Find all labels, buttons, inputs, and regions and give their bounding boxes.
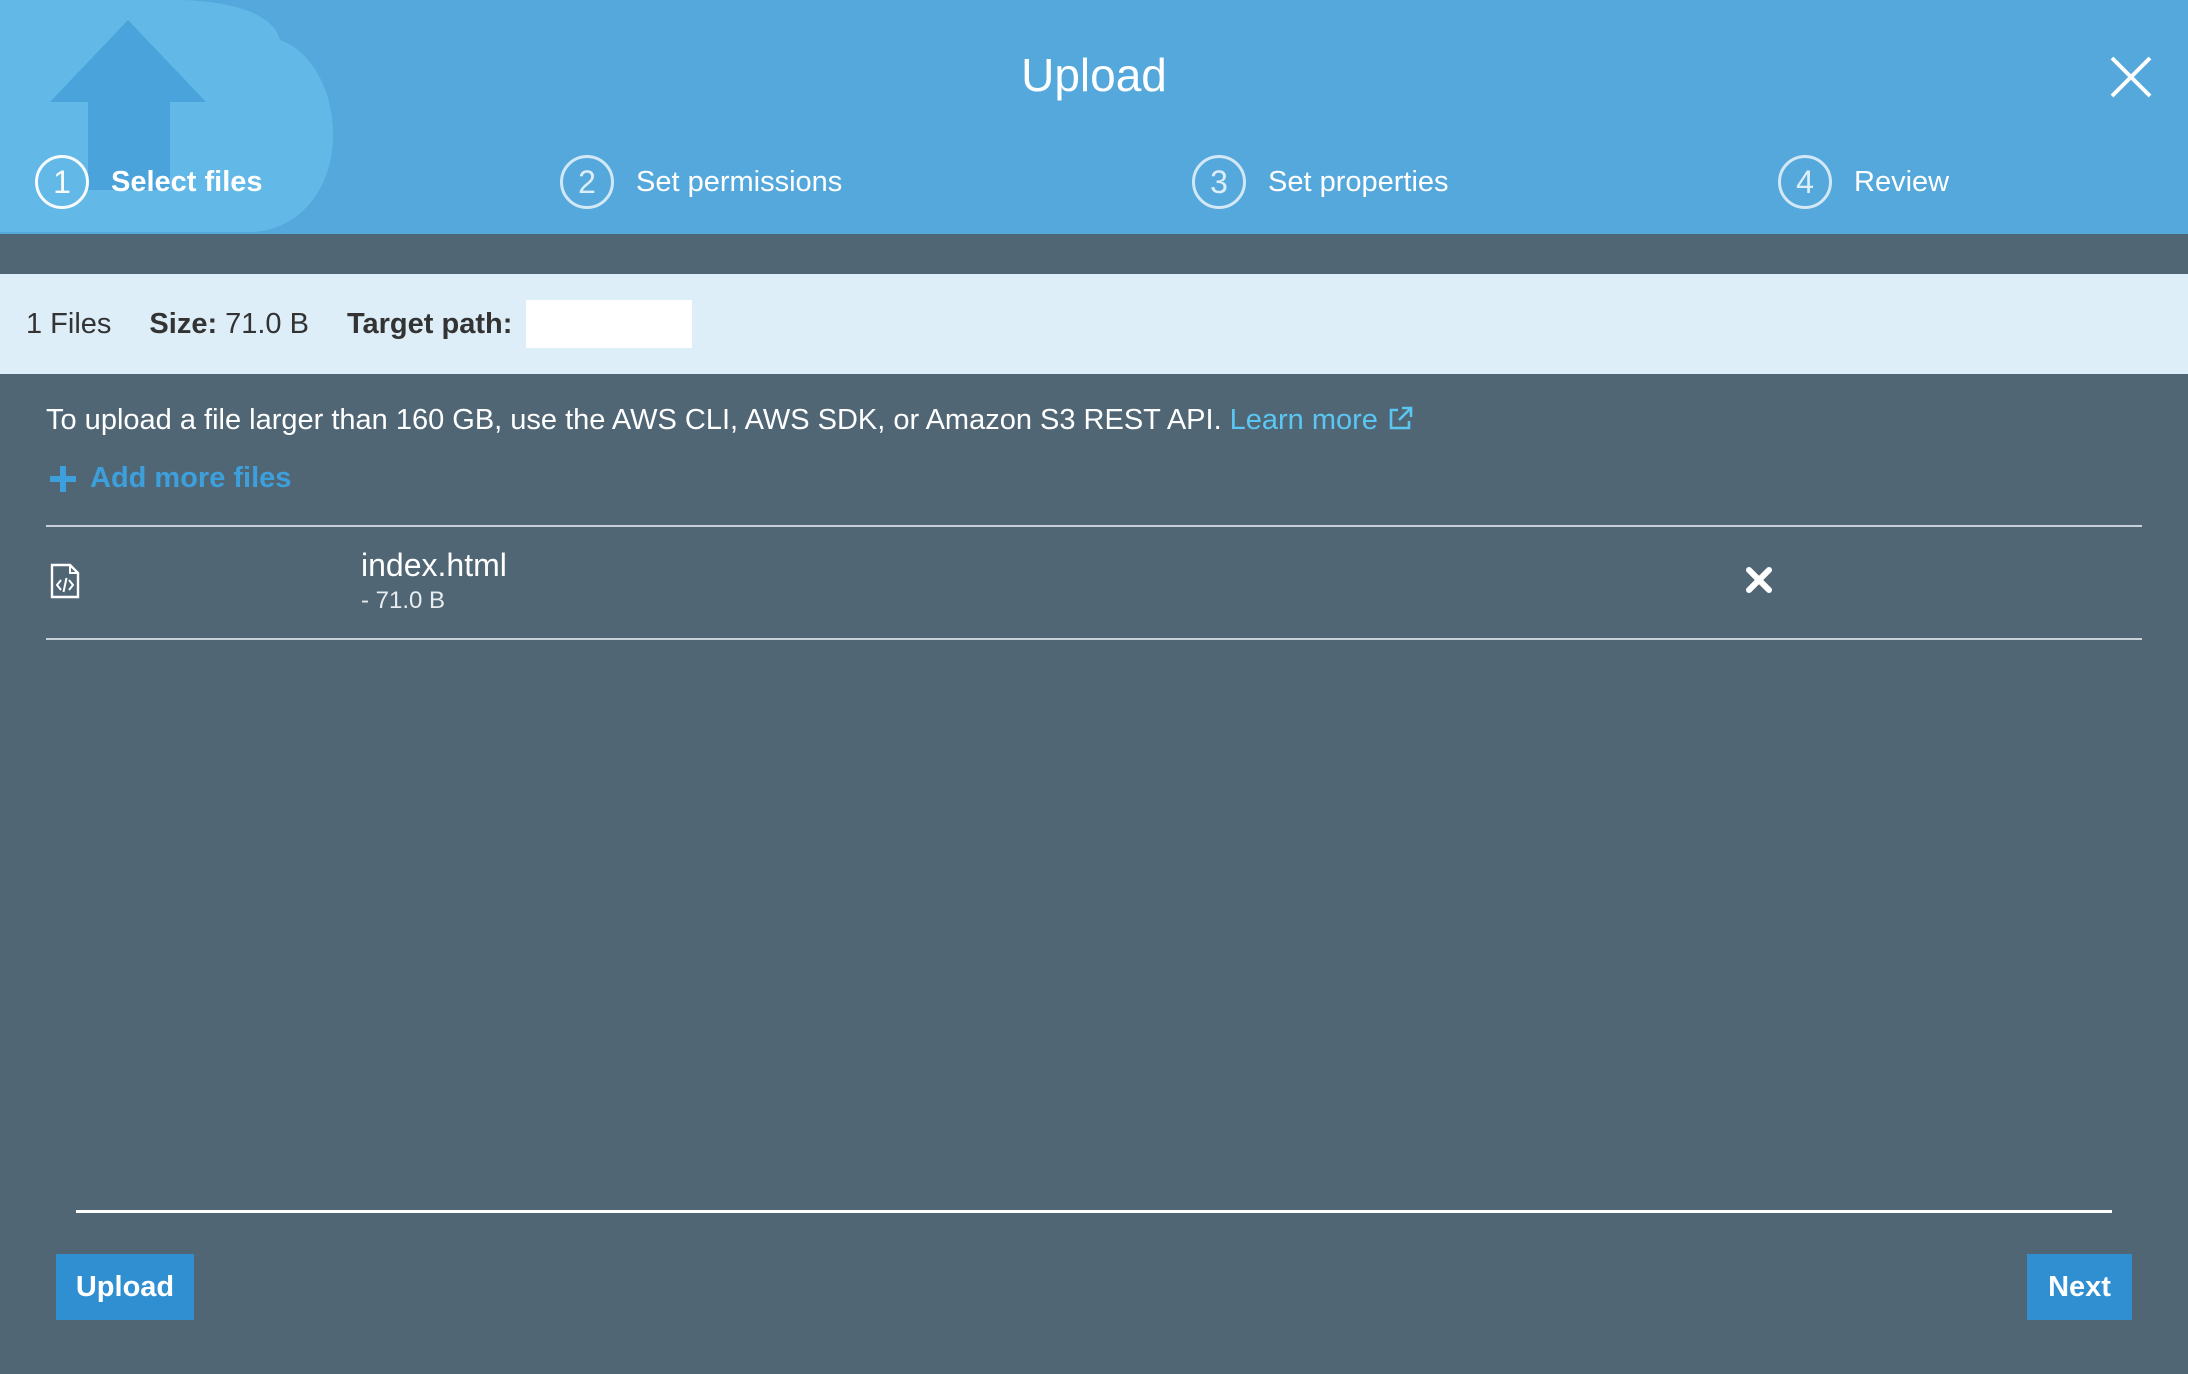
external-link-icon xyxy=(1389,406,1413,430)
step-number: 1 xyxy=(35,155,89,209)
step-set-properties[interactable]: 3 Set properties xyxy=(1192,154,1449,210)
step-label: Select files xyxy=(111,165,263,198)
target-path-input[interactable] xyxy=(526,300,693,348)
step-set-permissions[interactable]: 2 Set permissions xyxy=(560,154,842,210)
close-icon[interactable] xyxy=(2106,52,2156,102)
remove-file-icon[interactable] xyxy=(1744,565,1774,595)
step-number: 2 xyxy=(560,155,614,209)
html-file-icon xyxy=(50,563,80,599)
step-label: Review xyxy=(1854,165,1950,198)
file-size: - 71.0 B xyxy=(361,587,446,614)
upload-summary-bar: 1 Files Size: 71.0 B Target path: xyxy=(0,274,2188,374)
learn-more-label: Learn more xyxy=(1229,404,1378,436)
step-label: Set permissions xyxy=(636,165,843,198)
file-name: index.html xyxy=(361,547,507,583)
step-number: 4 xyxy=(1778,155,1832,209)
step-label: Set properties xyxy=(1268,165,1449,198)
step-number: 3 xyxy=(1192,155,1246,209)
size-label: Size: xyxy=(149,307,218,340)
footer-divider xyxy=(76,1210,2112,1213)
next-button[interactable]: Next xyxy=(2027,1254,2132,1320)
info-message: To upload a file larger than 160 GB, use… xyxy=(46,404,1222,436)
files-count: 1 Files xyxy=(26,307,112,340)
step-review[interactable]: 4 Review xyxy=(1778,154,1949,210)
plus-icon xyxy=(50,465,76,492)
upload-modal: Upload 1 Select files 2 Set permissions … xyxy=(0,0,2188,1374)
learn-more-link[interactable]: Learn more xyxy=(1230,404,1414,436)
divider xyxy=(46,638,2142,640)
target-path-label: Target path: xyxy=(346,307,513,340)
file-list-item: index.html - 71.0 B xyxy=(46,527,2142,638)
add-more-files-button[interactable]: Add more files xyxy=(50,462,291,495)
modal-title: Upload xyxy=(1021,49,1167,101)
add-more-files-label: Add more files xyxy=(90,462,292,494)
modal-header: Upload 1 Select files 2 Set permissions … xyxy=(0,0,2188,234)
step-select-files[interactable]: 1 Select files xyxy=(35,154,263,210)
upload-button[interactable]: Upload xyxy=(56,1254,194,1320)
upload-info-text: To upload a file larger than 160 GB, use… xyxy=(46,404,1414,437)
size-value: 71.0 B xyxy=(225,307,309,340)
